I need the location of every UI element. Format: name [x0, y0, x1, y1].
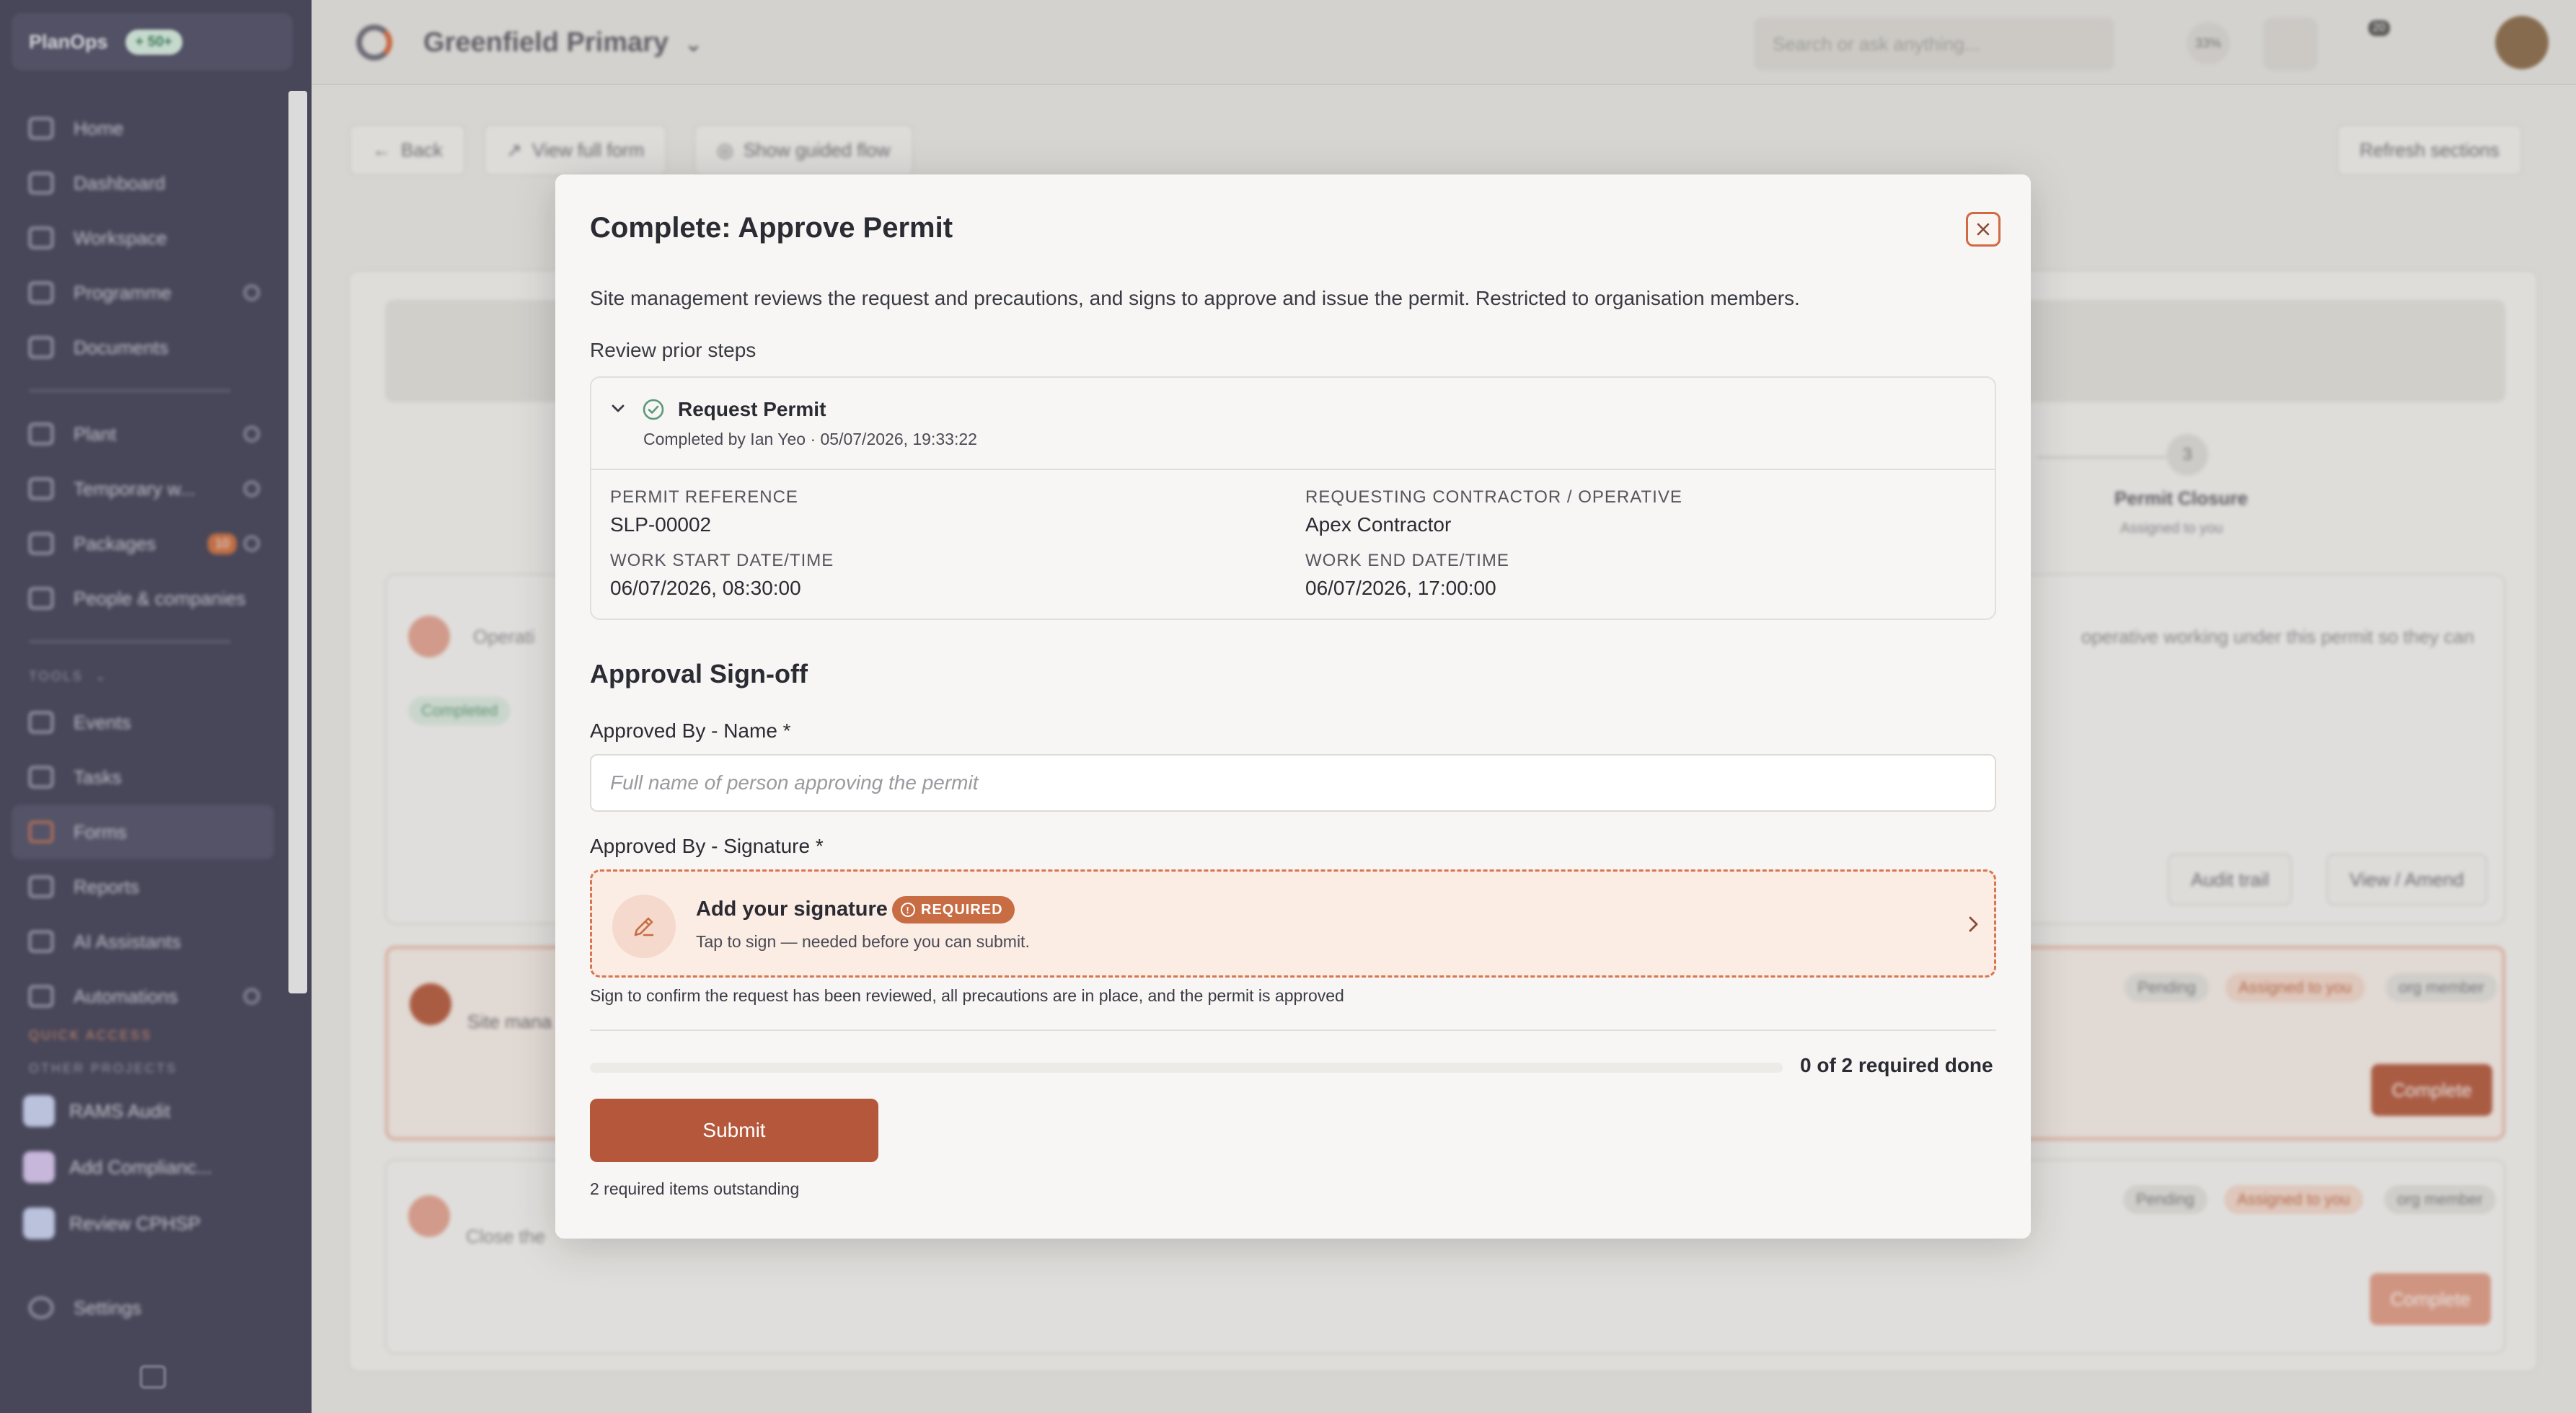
- required-badge: ! REQUIRED: [892, 896, 1015, 923]
- close-icon: [1977, 223, 1990, 236]
- signature-help-text: Sign to confirm the request has been rev…: [590, 986, 1344, 1005]
- field-value: Apex Contractor: [1305, 513, 1452, 536]
- outstanding-items-text: 2 required items outstanding: [590, 1179, 800, 1198]
- field-label: Requesting contractor / operative: [1305, 487, 1682, 507]
- close-button[interactable]: [1966, 212, 2001, 247]
- chevron-right-icon: [1969, 916, 1978, 932]
- approved-by-name-input[interactable]: [590, 754, 1996, 812]
- submit-button[interactable]: Submit: [590, 1099, 878, 1162]
- field-label: Permit reference: [610, 487, 798, 507]
- section-title: Approval Sign-off: [590, 659, 808, 688]
- pen-icon: [634, 917, 654, 936]
- dialog-description: Site management reviews the request and …: [590, 287, 1800, 309]
- prior-step-name: Request Permit: [678, 398, 826, 420]
- field-label: Work end date/time: [1305, 551, 1509, 570]
- field-value: 06/07/2026, 08:30:00: [610, 577, 801, 599]
- required-label: REQUIRED: [921, 901, 1003, 918]
- prior-step-completed-by: Completed by Ian Yeo · 05/07/2026, 19:33…: [643, 430, 977, 448]
- signature-subtitle: Tap to sign — needed before you can subm…: [696, 932, 1030, 951]
- progress-text: 0 of 2 required done: [1800, 1054, 1993, 1076]
- divider: [590, 1029, 1996, 1031]
- field-label: Work start date/time: [610, 551, 834, 570]
- signature-title: Add your signature: [696, 898, 888, 921]
- prior-step-header[interactable]: Request Permit Completed by Ian Yeo · 05…: [591, 378, 1995, 470]
- chevron-down-icon[interactable]: [609, 399, 627, 418]
- check-circle-icon: [643, 399, 664, 420]
- prior-step-panel: Request Permit Completed by Ian Yeo · 05…: [590, 376, 1996, 620]
- approved-by-name-label: Approved By - Name *: [590, 719, 791, 742]
- complete-step-dialog: Complete: Approve Permit Site management…: [555, 174, 2031, 1239]
- review-prior-steps-label: Review prior steps: [590, 339, 757, 361]
- signature-icon-wrap: [612, 895, 676, 958]
- required-progress-bar: [590, 1063, 1783, 1073]
- approved-by-signature-label: Approved By - Signature *: [590, 835, 824, 857]
- alert-icon: !: [901, 903, 915, 917]
- signature-pad-button[interactable]: Add your signature ! REQUIRED Tap to sign…: [590, 869, 1996, 978]
- field-value: 06/07/2026, 17:00:00: [1305, 577, 1496, 599]
- field-value: SLP-00002: [610, 513, 712, 536]
- dialog-title: Complete: Approve Permit: [590, 212, 953, 244]
